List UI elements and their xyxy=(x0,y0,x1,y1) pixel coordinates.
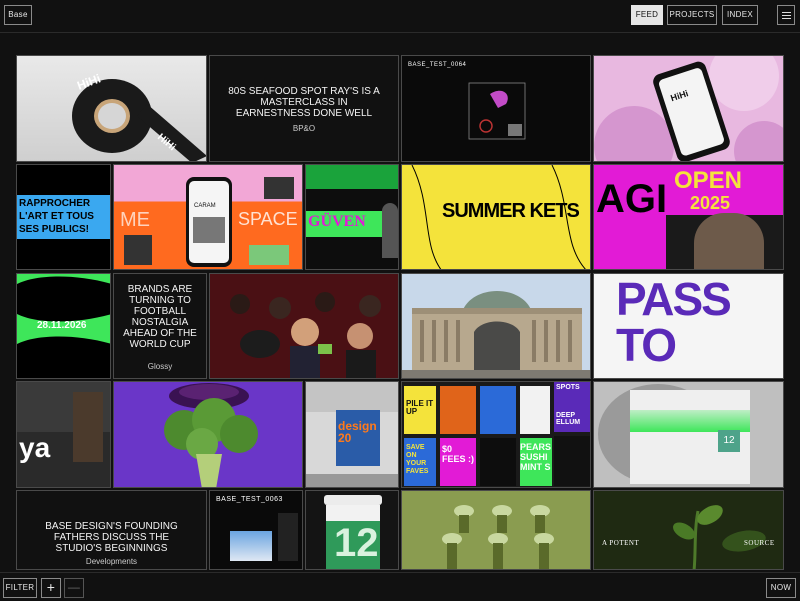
pass-to-text: PASS TO xyxy=(616,273,732,371)
article-byline: BP&O xyxy=(292,124,316,133)
zoom-out-button[interactable]: — xyxy=(64,578,84,598)
now-button[interactable]: NOW xyxy=(766,578,796,598)
number-12-badge: 12 xyxy=(718,430,740,452)
test-label: BASE_TEST_0064 xyxy=(408,62,467,68)
cup-number-text: 12 xyxy=(334,521,379,565)
open-text: OPEN xyxy=(674,167,743,194)
building-photo xyxy=(402,274,590,378)
hamburger-icon[interactable] xyxy=(777,5,795,25)
agi-text: AGI xyxy=(596,177,668,221)
date-text: 28.11.2026 xyxy=(37,320,87,331)
test-label: BASE_TEST_0063 xyxy=(216,496,283,503)
tile-agi-open[interactable]: AGI OPEN 2025 xyxy=(593,164,784,270)
phone-mockup: CARAM xyxy=(186,177,232,267)
tile-base-test-0064[interactable]: BASE_TEST_0064 xyxy=(401,55,591,162)
potent-left-text: A POTENT xyxy=(602,539,640,547)
tile-green-date[interactable]: 28.11.2026 xyxy=(16,273,111,379)
article-title: BRANDS ARE TURNING TO FOOTBALL NOSTALGIA… xyxy=(123,284,197,350)
tile-green-bottles[interactable] xyxy=(401,490,591,570)
tile-rapprocher[interactable]: RAPPROCHER L'ART ET TOUS SES PUBLICS! xyxy=(16,164,111,270)
zoom-in-button[interactable]: + xyxy=(41,578,61,598)
bottles-image xyxy=(402,491,590,569)
nav-feed[interactable]: FEED xyxy=(631,5,663,25)
tile-app-posters[interactable]: PILE IT UP SPOTS DEEP ELLUM SAVE ON YOUR… xyxy=(401,381,591,488)
bottom-bar: FILTER + — NOW xyxy=(0,572,800,601)
article-byline: Glossy xyxy=(147,362,173,371)
top-bar: Base FEED PROJECTS INDEX xyxy=(0,0,800,33)
tile-12-cup[interactable]: 12 xyxy=(305,490,399,570)
tile-tape[interactable]: HiHi HiHi xyxy=(16,55,207,162)
cinema-audience-image xyxy=(210,274,398,378)
tile-broccoli[interactable] xyxy=(113,381,303,488)
sky-thumbnail xyxy=(230,531,272,561)
article-byline: Developments xyxy=(85,557,138,566)
plant-image xyxy=(673,505,766,569)
tile-grand-palais[interactable] xyxy=(401,273,591,379)
tile-hihi-phone[interactable]: HiHi xyxy=(593,55,784,162)
article-title: 80S SEAFOOD SPOT RAY'S IS A MASTERCLASS … xyxy=(228,86,380,119)
design-poster-text: design 20 xyxy=(338,419,377,445)
tile-space-app[interactable]: ME SPACE CARAM xyxy=(113,164,303,270)
tile-ya-storefront[interactable]: ya xyxy=(16,381,111,488)
ya-text: ya xyxy=(19,432,51,463)
tape-roll-image: HiHi HiHi xyxy=(72,71,206,161)
tile-cinema-photo[interactable] xyxy=(209,273,399,379)
pink-balloons-phone-image: HiHi xyxy=(594,56,783,161)
brand-logo-button[interactable]: Base xyxy=(4,5,32,25)
nav-index[interactable]: INDEX xyxy=(722,5,758,25)
tile-article-rays[interactable]: 80S SEAFOOD SPOT RAY'S IS A MASTERCLASS … xyxy=(209,55,399,162)
test-artwork xyxy=(468,82,526,140)
tile-summer-kets[interactable]: SUMMER KETS xyxy=(401,164,591,270)
svg-text:SUMMER KETS: SUMMER KETS xyxy=(442,200,579,222)
tile-guven[interactable]: GÜVEN xyxy=(305,164,399,270)
tile-article-founders[interactable]: BASE DESIGN'S FOUNDING FATHERS DISCUSS T… xyxy=(16,490,207,570)
article-title: BASE DESIGN'S FOUNDING FATHERS DISCUSS T… xyxy=(45,521,178,554)
rapprocher-text: RAPPROCHER L'ART ET TOUS SES PUBLICS! xyxy=(19,198,94,235)
tile-article-football[interactable]: BRANDS ARE TURNING TO FOOTBALL NOSTALGIA… xyxy=(113,273,207,379)
nav-projects[interactable]: PROJECTS xyxy=(667,5,717,25)
broccoli-eggplant-image xyxy=(164,383,258,487)
tile-potent-source[interactable]: A POTENT SOURCE xyxy=(593,490,784,570)
tile-pass-to[interactable]: PASS TO xyxy=(593,273,784,379)
tile-base-test-0063[interactable]: BASE_TEST_0063 xyxy=(209,490,303,570)
yellow-type-poster: SUMMER KETS xyxy=(411,165,586,269)
guven-text: GÜVEN xyxy=(308,213,366,230)
tile-design-poster[interactable]: design 20 xyxy=(305,381,399,488)
filter-button[interactable]: FILTER xyxy=(3,578,37,598)
tile-12-book[interactable]: 12 xyxy=(593,381,784,488)
potent-right-text: SOURCE xyxy=(744,539,775,547)
